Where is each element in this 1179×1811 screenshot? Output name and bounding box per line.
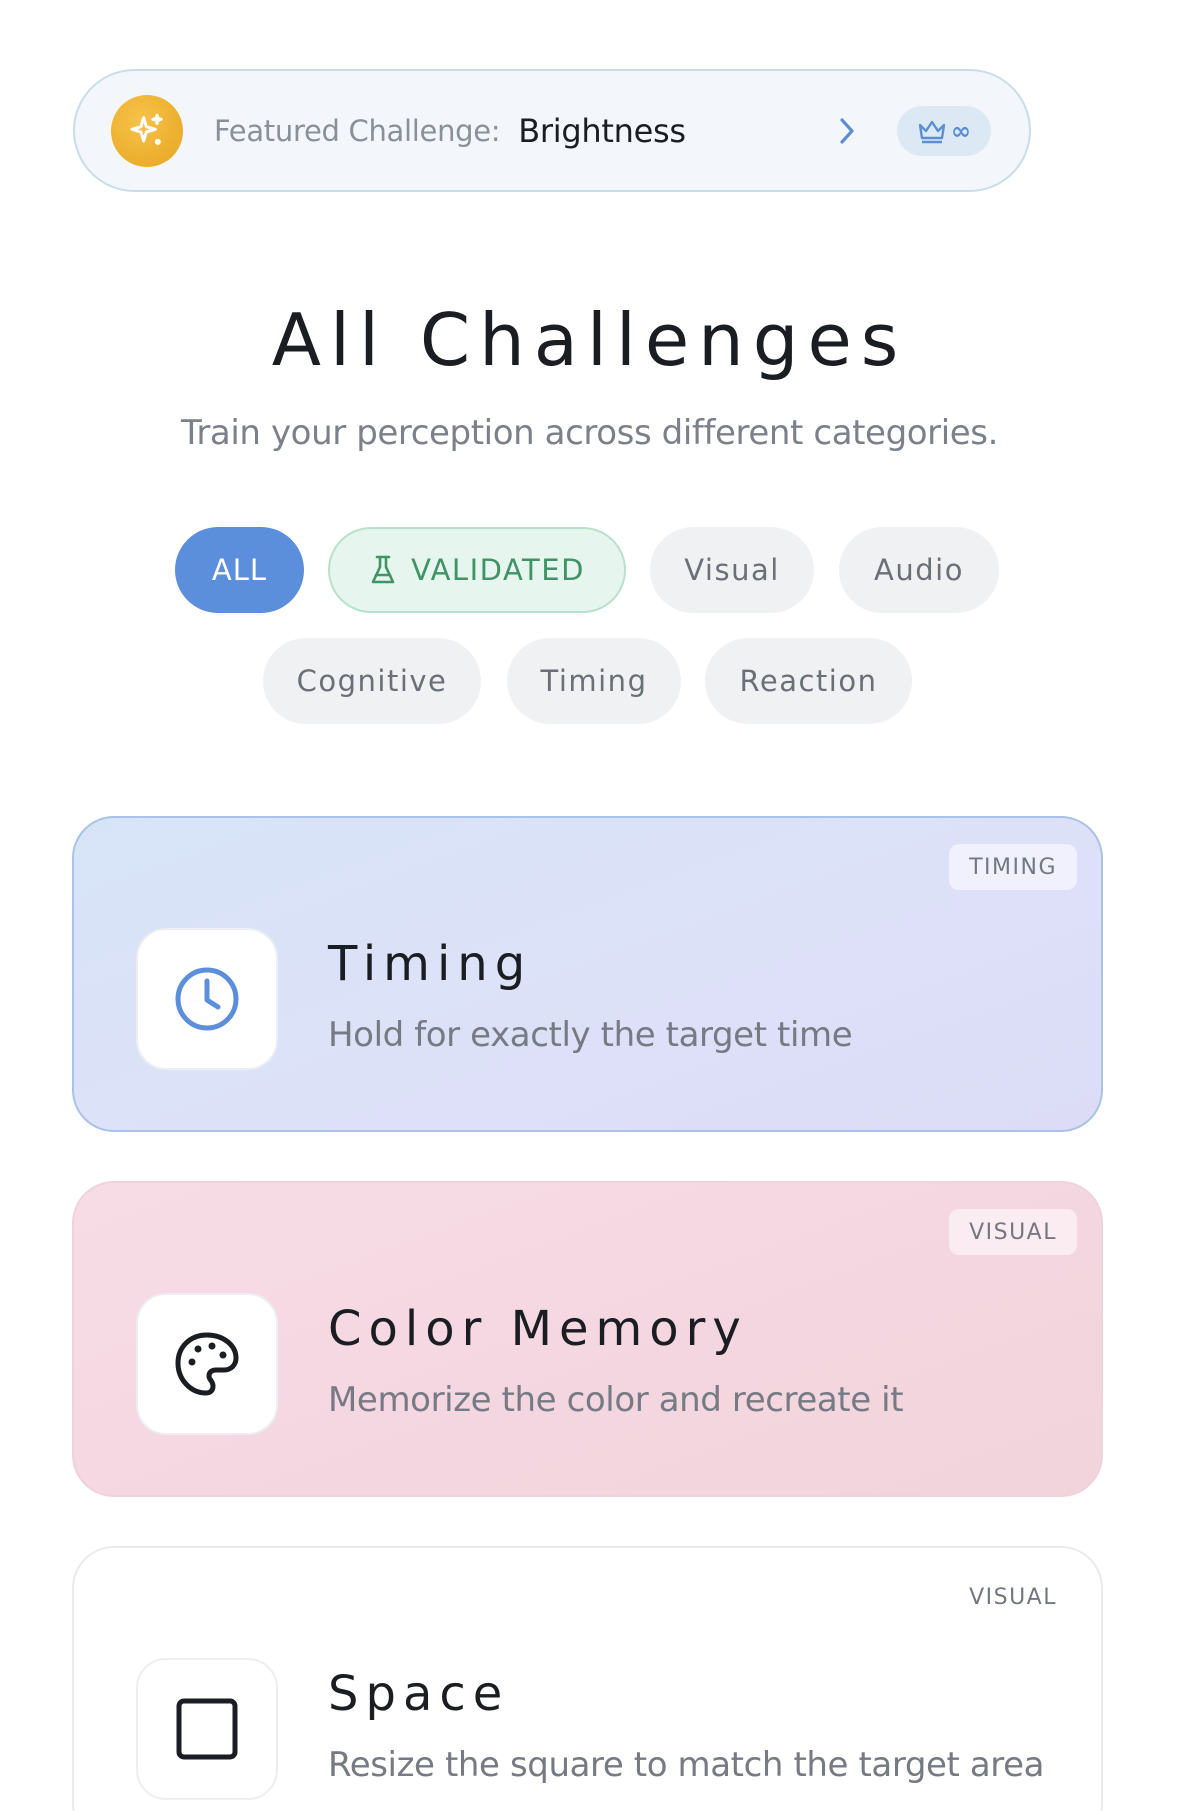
flask-icon bbox=[371, 555, 395, 584]
clock-icon bbox=[175, 967, 239, 1031]
premium-badge[interactable]: ∞ bbox=[897, 105, 991, 156]
filter-chip-all[interactable]: ALL bbox=[175, 527, 304, 613]
challenge-icon-tile bbox=[136, 928, 278, 1070]
featured-challenge-name: Brightness bbox=[518, 111, 686, 150]
filter-chip-timing[interactable]: Timing bbox=[507, 638, 681, 724]
category-tag: VISUAL bbox=[949, 1209, 1077, 1255]
filter-chip-reaction[interactable]: Reaction bbox=[705, 638, 912, 724]
challenge-card-timing[interactable]: TIMING Timing Hold for exactly the targe… bbox=[72, 816, 1103, 1132]
challenge-card-space[interactable]: VISUAL Space Resize the square to match … bbox=[72, 1546, 1103, 1811]
challenge-name: Timing bbox=[328, 936, 533, 992]
page-title: All Challenges bbox=[271, 298, 908, 382]
filter-chip-validated[interactable]: VALIDATED bbox=[328, 527, 626, 613]
infinity-symbol: ∞ bbox=[951, 116, 971, 145]
challenge-icon-tile bbox=[136, 1293, 278, 1435]
palette-icon bbox=[175, 1332, 239, 1396]
challenge-card-color-memory[interactable]: VISUAL Color Memory Memorize the color a… bbox=[72, 1181, 1103, 1497]
category-tag: TIMING bbox=[949, 844, 1077, 890]
featured-label: Featured Challenge: bbox=[214, 113, 501, 148]
filter-chip-validated-label: VALIDATED bbox=[411, 553, 585, 587]
page-subtitle: Train your perception across different c… bbox=[180, 413, 999, 453]
square-icon bbox=[176, 1698, 238, 1760]
challenge-description: Resize the square to match the target ar… bbox=[328, 1745, 1045, 1785]
challenges-page: Featured Challenge: Brightness ∞ All Cha… bbox=[0, 0, 1179, 1811]
category-tag: VISUAL bbox=[969, 1584, 1057, 1610]
challenge-name: Color Memory bbox=[328, 1301, 748, 1357]
filter-chip-audio[interactable]: Audio bbox=[839, 527, 999, 613]
filter-chip-visual[interactable]: Visual bbox=[650, 527, 814, 613]
challenge-icon-tile bbox=[136, 1658, 278, 1800]
challenge-description: Memorize the color and recreate it bbox=[328, 1380, 904, 1420]
featured-challenge-banner[interactable]: Featured Challenge: Brightness ∞ bbox=[73, 69, 1031, 192]
chevron-right-icon[interactable] bbox=[827, 111, 867, 151]
challenge-name: Space bbox=[328, 1666, 510, 1722]
filter-chip-cognitive[interactable]: Cognitive bbox=[263, 638, 481, 724]
challenge-description: Hold for exactly the target time bbox=[328, 1015, 853, 1055]
sparkle-icon bbox=[111, 94, 183, 167]
crown-icon bbox=[918, 120, 946, 143]
